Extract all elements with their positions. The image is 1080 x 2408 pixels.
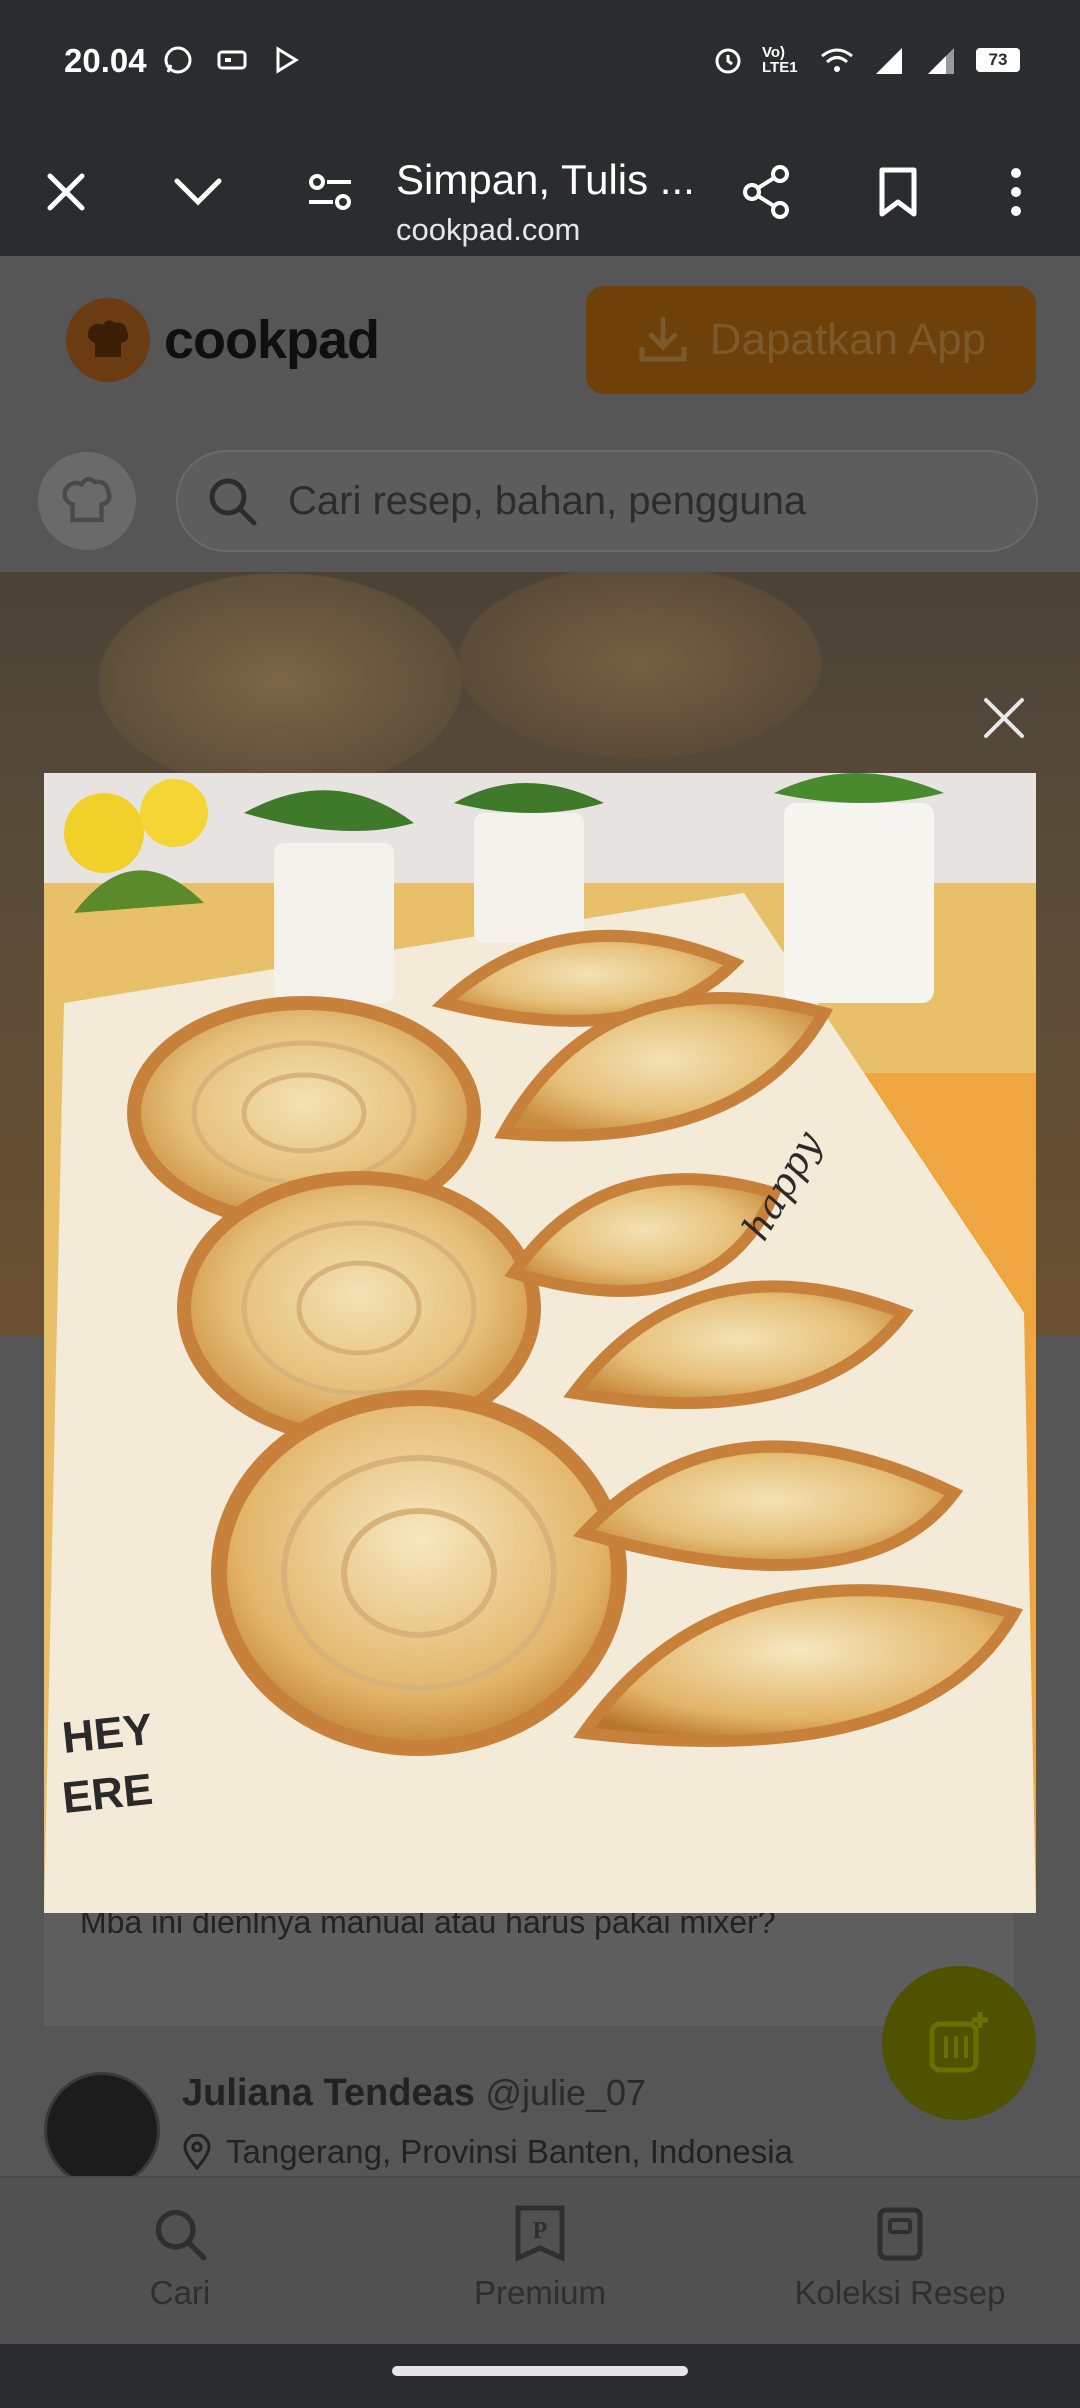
bottom-navigation: Cari P Premium Koleksi Resep xyxy=(0,2176,1080,2346)
share-icon xyxy=(743,165,789,219)
location-pin-icon xyxy=(183,2134,211,2170)
nav-recipe-collection[interactable]: Koleksi Resep xyxy=(780,2204,1020,2312)
chevron-down-icon xyxy=(174,178,222,206)
more-menu-button[interactable] xyxy=(978,154,1054,230)
bookmark-button[interactable] xyxy=(860,154,936,230)
lightbox-close-button[interactable] xyxy=(976,690,1032,746)
premium-icon: P xyxy=(515,2205,565,2262)
status-bar: 20.04 Vo) LTE1 73 xyxy=(0,0,1080,128)
nav-search-label: Cari xyxy=(149,2274,211,2311)
recipe-book-icon xyxy=(877,2207,923,2261)
play-icon xyxy=(276,46,299,74)
author-name[interactable]: Juliana Tendeas xyxy=(182,2072,475,2114)
search-input[interactable] xyxy=(286,477,910,525)
svg-text:P: P xyxy=(533,2218,548,2244)
lightbox-recipe-photo: HEY ERE happy xyxy=(44,773,1036,1913)
nav-premium[interactable]: P Premium xyxy=(420,2204,660,2312)
card-icon xyxy=(217,50,247,70)
author-location: Tangerang, Provinsi Banten, Indonesia xyxy=(226,2133,793,2170)
signal-icon-2 xyxy=(928,48,954,74)
tune-icon xyxy=(309,174,351,210)
svg-text:HEY: HEY xyxy=(60,1705,155,1763)
page-url: cookpad.com xyxy=(396,212,581,247)
whatsapp-icon xyxy=(164,46,192,74)
author-handle: @julie_07 xyxy=(485,2072,647,2113)
site-settings-button[interactable] xyxy=(292,154,368,230)
nav-search[interactable]: Cari xyxy=(60,2204,300,2312)
close-icon xyxy=(47,173,85,211)
search-icon xyxy=(209,478,257,526)
get-app-button[interactable]: Dapatkan App xyxy=(586,286,1036,394)
author-avatar[interactable] xyxy=(44,2072,160,2188)
search-icon xyxy=(155,2209,207,2261)
battery-indicator: 73 xyxy=(976,48,1020,72)
site-header: cookpad Dapatkan App xyxy=(0,256,1080,572)
browser-toolbar: Simpan, Tulis ... cookpad.com xyxy=(0,128,1080,256)
more-vert-icon xyxy=(1011,168,1021,216)
alarm-icon xyxy=(715,48,741,74)
nav-premium-label: Premium xyxy=(473,2274,607,2311)
status-time: 20.04 xyxy=(64,42,147,79)
signal-icon xyxy=(876,48,902,74)
home-indicator[interactable] xyxy=(392,2366,688,2376)
network-label: Vo) LTE1 xyxy=(762,44,798,76)
bookmark-icon xyxy=(879,167,917,217)
share-button[interactable] xyxy=(728,154,804,230)
author-row[interactable]: Juliana Tendeas @julie_07 Tangerang, Pro… xyxy=(44,2072,793,2188)
minimize-button[interactable] xyxy=(160,154,236,230)
close-button[interactable] xyxy=(28,154,104,230)
chef-hat-icon xyxy=(66,298,150,382)
get-app-label: Dapatkan App xyxy=(709,315,987,364)
logo-text: cookpad xyxy=(164,310,380,370)
pastry-photo: HEY ERE happy xyxy=(44,773,1036,1913)
cookpad-logo[interactable]: cookpad xyxy=(66,298,380,382)
gesture-bar xyxy=(0,2344,1080,2408)
wifi-icon xyxy=(821,48,853,72)
svg-text:ERE: ERE xyxy=(60,1765,155,1823)
nav-recipe-collection-label: Koleksi Resep xyxy=(794,2274,1006,2311)
close-icon xyxy=(984,698,1024,738)
chef-hat-icon xyxy=(62,477,112,523)
page-title: Simpan, Tulis ... xyxy=(396,156,695,203)
cook-plus-icon xyxy=(929,2012,988,2073)
user-avatar-button[interactable] xyxy=(38,452,136,550)
download-icon xyxy=(639,316,687,362)
search-bar[interactable] xyxy=(176,450,1038,552)
add-recipe-fab[interactable] xyxy=(882,1966,1036,2120)
